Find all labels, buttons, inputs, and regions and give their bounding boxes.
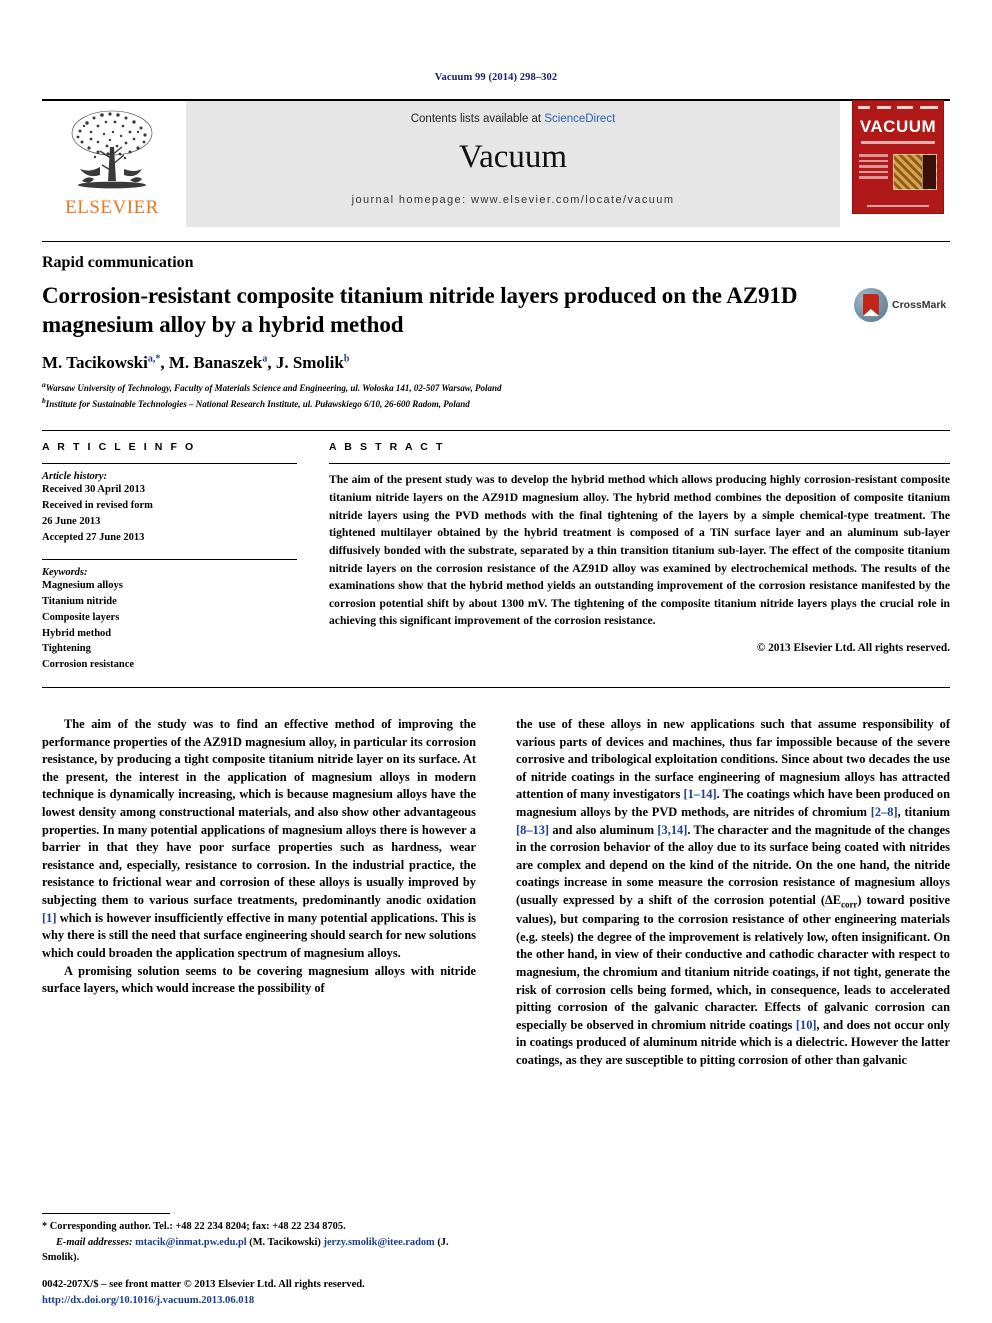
journal-banner: Contents lists available at ScienceDirec… (186, 101, 840, 227)
rp-c: , titanium (897, 805, 950, 820)
citation-ref-1[interactable]: [1] (42, 911, 56, 925)
elsevier-logo-block: ELSEVIER (42, 101, 182, 227)
cover-editor-lines (859, 154, 888, 190)
affiliation-b: bInstitute for Sustainable Technologies … (42, 396, 950, 411)
citation-ref-8-13[interactable]: [8–13] (516, 823, 549, 837)
title-row: Corrosion-resistant composite titanium n… (42, 282, 950, 340)
history-item: Received in revised form (42, 500, 153, 512)
journal-homepage-link[interactable]: journal homepage: www.elsevier.com/locat… (352, 194, 675, 206)
abstract-divider (329, 463, 950, 465)
paragraph-left-1-head: The aim of the study was to find an effe… (42, 716, 476, 908)
body-column-right: the use of these alloys in new applicati… (516, 716, 950, 1070)
keyword-item: Hybrid method (42, 627, 112, 639)
abstract-text: The aim of the present study was to deve… (329, 473, 950, 628)
keyword-item: Composite layers (42, 611, 120, 623)
cover-editor-line (859, 170, 888, 173)
page-title: Corrosion-resistant composite titanium n… (42, 283, 798, 337)
journal-cover-block: VACUUM (846, 101, 950, 227)
email-link-2[interactable]: jerzy.smolik@itee.radom (323, 1237, 434, 1248)
cover-editor-line (859, 159, 888, 162)
article-info-column: A R T I C L E I N F O Article history: R… (42, 441, 319, 673)
cover-mark-3 (919, 106, 938, 109)
history-item: Received 30 April 2013 (42, 484, 145, 496)
running-head: Vacuum 99 (2014) 298–302 (434, 72, 558, 83)
keyword-item: Tightening (42, 643, 91, 655)
crossmark-icon (854, 288, 888, 322)
body-column-left: The aim of the study was to find an effe… (42, 716, 476, 1070)
affiliation-a-text: Warsaw University of Technology, Faculty… (45, 382, 502, 393)
cover-subtitle-rule (861, 141, 935, 144)
cover-mark-1 (876, 106, 891, 109)
keyword-item: Corrosion resistance (42, 659, 135, 671)
corresponding-author-note: * Corresponding author. Tel.: +48 22 234… (42, 1221, 346, 1233)
rp-f: ) toward positive values), but comparing… (516, 893, 951, 1032)
citation-ref-3-14[interactable]: [3,14] (657, 823, 687, 837)
journal-title: Vacuum (458, 139, 568, 175)
cover-top-marks (853, 101, 943, 109)
article-history-label: Article history: (42, 471, 108, 483)
delta-ecorr-subscript: corr (841, 899, 858, 910)
crossmark-book-shape (863, 294, 879, 316)
elsevier-wordmark: ELSEVIER (65, 197, 159, 218)
history-item: 26 June 2013 (42, 515, 101, 527)
info-divider-top (42, 463, 297, 465)
contents-available-line: Contents lists available at ScienceDirec… (411, 113, 616, 125)
journal-masthead: ELSEVIER Contents lists available at Sci… (42, 99, 950, 227)
citation-ref-1-14[interactable]: [1–14] (684, 787, 717, 801)
keyword-item: Titanium nitride (42, 596, 117, 608)
paragraph-right-1: the use of these alloys in new applicati… (516, 716, 950, 1070)
body-columns: The aim of the study was to find an effe… (42, 716, 950, 1070)
affiliation-b-text: Institute for Sustainable Technologies –… (45, 398, 470, 409)
elsevier-tree-icon (71, 110, 153, 189)
issn-front-matter: 0042-207X/$ – see front matter © 2013 El… (42, 1279, 365, 1291)
cover-editor-line (859, 154, 888, 157)
info-divider-bottom (42, 559, 297, 561)
author-list: M. Tacikowskia,*, M. Banaszeka, J. Smoli… (42, 352, 350, 372)
email-addresses-note: E-mail addresses: mtacik@inmat.pw.edu.pl… (42, 1235, 466, 1265)
paragraph-left-2: A promising solution seems to be coverin… (42, 963, 476, 996)
keywords-label: Keywords: (42, 567, 88, 579)
cover-editor-line (859, 176, 888, 179)
cover-middle (853, 154, 943, 190)
email-name-1: (M. Tacikowski) (249, 1236, 321, 1248)
citation-ref-10[interactable]: [10] (796, 1018, 817, 1032)
journal-cover-thumbnail[interactable]: VACUUM (853, 101, 943, 213)
abstract-column: A B S T R A C T The aim of the present s… (319, 441, 950, 673)
cover-title: VACUUM (859, 117, 937, 136)
paper-page: Vacuum 99 (2014) 298–302 ELSEVIER Conten… (0, 0, 992, 1323)
sciencedirect-link[interactable]: ScienceDirect (544, 113, 615, 125)
cover-footer-rule (867, 204, 929, 207)
email-addresses-label: E-mail addresses: (56, 1236, 133, 1248)
footnote-area: * Corresponding author. Tel.: +48 22 234… (42, 1213, 466, 1265)
info-abstract-band: A R T I C L E I N F O Article history: R… (42, 430, 950, 688)
abstract-copyright: © 2013 Elsevier Ltd. All rights reserved… (756, 641, 950, 654)
rp-d: and also aluminum (549, 822, 658, 837)
keyword-item: Magnesium alloys (42, 580, 123, 592)
cover-mark-brand (858, 106, 870, 109)
doi-link[interactable]: http://dx.doi.org/10.1016/j.vacuum.2013.… (42, 1293, 472, 1309)
cover-figure-image (893, 154, 937, 190)
email-link-1[interactable]: mtacik@inmat.pw.edu.pl (135, 1237, 247, 1248)
paragraph-left-1: The aim of the study was to find an effe… (42, 716, 476, 963)
citation-ref-2-8[interactable]: [2–8] (871, 805, 898, 819)
abstract-heading: A B S T R A C T (329, 441, 445, 454)
article-info-heading: A R T I C L E I N F O (42, 441, 196, 454)
affiliation-a: aWarsaw University of Technology, Facult… (42, 380, 950, 395)
cover-editor-line (859, 165, 888, 168)
contents-prefix: Contents lists available at (410, 113, 545, 125)
section-label: Rapid communication (42, 241, 950, 272)
crossmark-badge[interactable]: CrossMark (854, 282, 950, 322)
cover-mark-2 (897, 106, 914, 109)
crossmark-label: CrossMark (892, 299, 947, 311)
history-item: Accepted 27 June 2013 (42, 531, 145, 543)
paragraph-left-1-tail: which is however insufficiently effectiv… (42, 910, 476, 960)
imprint-block: 0042-207X/$ – see front matter © 2013 El… (42, 1277, 472, 1309)
footnote-divider (42, 1213, 170, 1215)
